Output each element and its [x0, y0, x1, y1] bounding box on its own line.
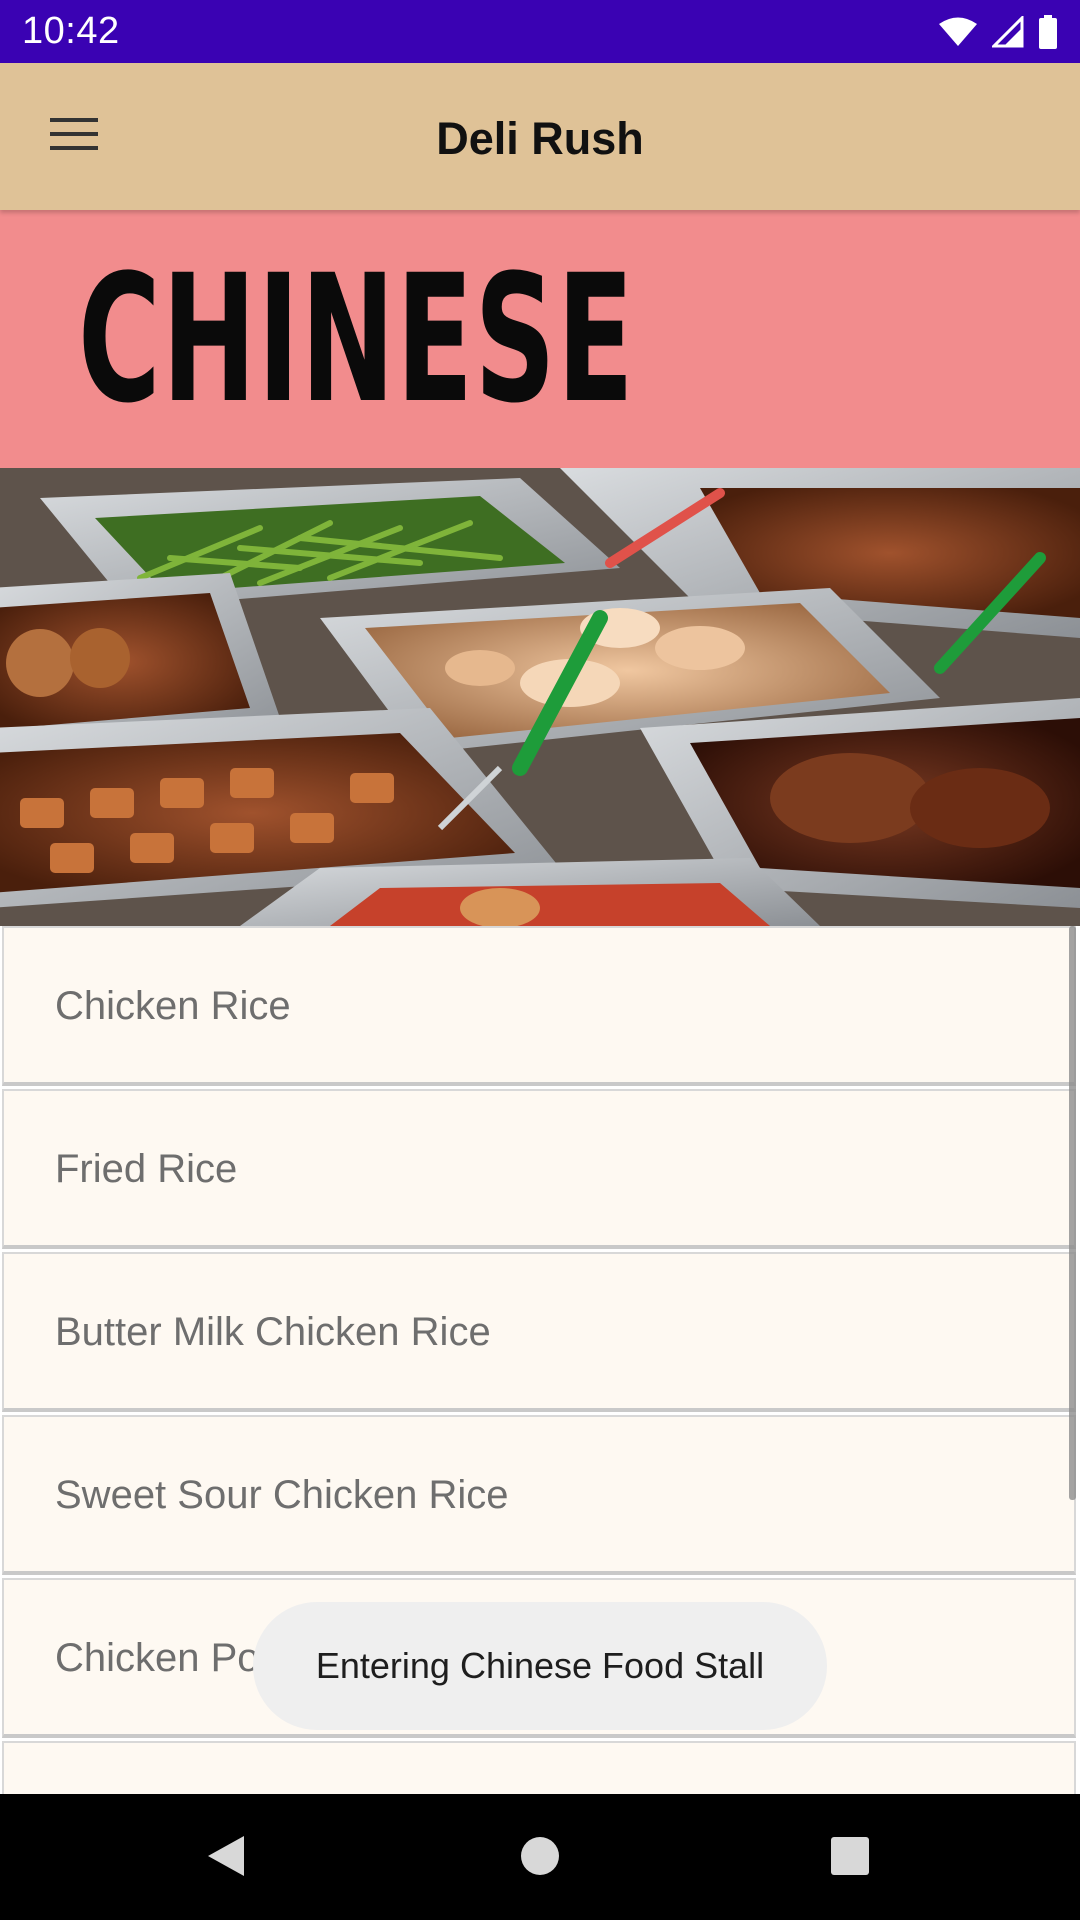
recents-square-icon — [830, 1836, 870, 1881]
home-button[interactable] — [510, 1828, 570, 1888]
menu-item-partial[interactable] — [2, 1741, 1076, 1794]
home-circle-icon — [519, 1835, 561, 1882]
app-title: Deli Rush — [436, 113, 644, 164]
status-bar: 10:42 — [0, 0, 1080, 63]
toast-message: Entering Chinese Food Stall — [253, 1602, 827, 1730]
food-stall-photo — [0, 468, 1080, 926]
status-time: 10:42 — [22, 10, 120, 52]
status-icons — [938, 14, 1058, 49]
menu-item-label: Butter Milk Chicken Rice — [55, 1310, 491, 1354]
menu-item-sweet-sour-chicken-rice[interactable]: Sweet Sour Chicken Rice — [2, 1415, 1076, 1575]
wifi-icon — [938, 17, 978, 47]
list-scrollbar[interactable] — [1069, 926, 1076, 1500]
recents-button[interactable] — [820, 1828, 880, 1888]
menu-item-chicken-rice[interactable]: Chicken Rice — [2, 926, 1076, 1086]
navigation-bar — [0, 1794, 1080, 1920]
back-triangle-icon — [204, 1832, 248, 1885]
menu-item-butter-milk-chicken-rice[interactable]: Butter Milk Chicken Rice — [2, 1252, 1076, 1412]
battery-icon — [1038, 14, 1058, 49]
menu-item-label: Fried Rice — [55, 1147, 238, 1191]
cellular-signal-icon — [992, 15, 1024, 48]
back-button[interactable] — [196, 1828, 256, 1888]
menu-item-fried-rice[interactable]: Fried Rice — [2, 1089, 1076, 1249]
category-heading: CHINESE — [78, 237, 636, 442]
app-screen: 10:42 Deli Rush CHINESE Chicken Rice Fri… — [0, 0, 1080, 1920]
menu-item-label: Chicken Rice — [55, 984, 291, 1028]
app-bar: Deli Rush — [0, 63, 1080, 210]
category-banner: CHINESE — [0, 210, 1080, 468]
menu-item-label: Sweet Sour Chicken Rice — [55, 1473, 509, 1517]
